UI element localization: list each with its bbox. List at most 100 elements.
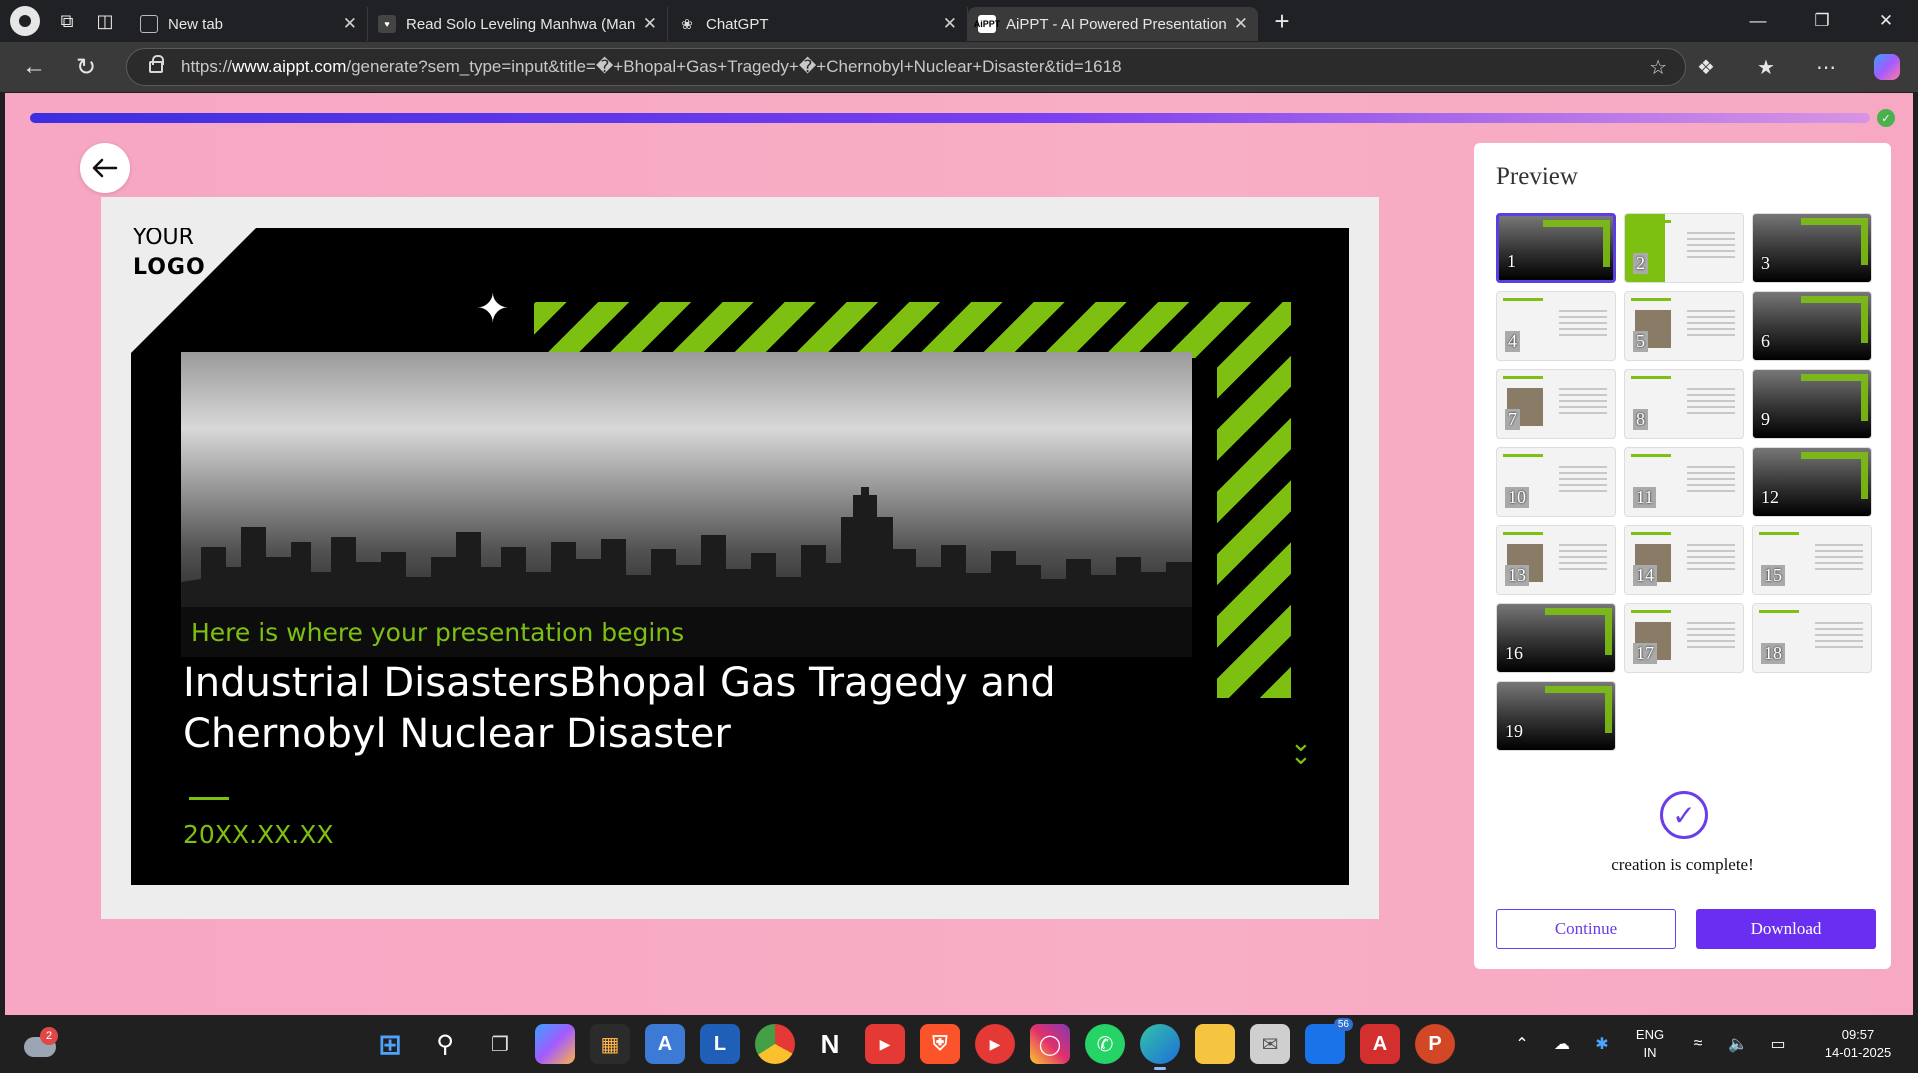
- slide-thumbnail[interactable]: 14: [1624, 525, 1744, 595]
- slide-thumbnail[interactable]: 9: [1752, 369, 1872, 439]
- youtube-music-icon[interactable]: ▶: [975, 1024, 1015, 1064]
- app-a-icon[interactable]: A: [645, 1024, 685, 1064]
- favorite-star-icon[interactable]: ☆: [1649, 55, 1667, 80]
- slide-canvas: YOUR LOGO ✦ Here is where your presentat…: [131, 228, 1349, 885]
- back-arrow-icon[interactable]: ←: [8, 47, 60, 87]
- edge-icon[interactable]: [1140, 1024, 1180, 1070]
- refresh-icon[interactable]: ↻: [60, 47, 112, 87]
- tab-chatgpt[interactable]: ❀ ChatGPT ✕: [668, 7, 968, 41]
- acrobat-icon[interactable]: A: [1360, 1024, 1400, 1064]
- search-icon[interactable]: ⚲: [425, 1024, 465, 1064]
- clock-date: 14-01-2025: [1824, 1045, 1892, 1060]
- close-window-icon[interactable]: ✕: [1854, 0, 1918, 42]
- brave-icon[interactable]: ⛨: [920, 1024, 960, 1064]
- thumbnail-text-lines: [1559, 544, 1607, 570]
- slide-thumbnail[interactable]: 3: [1752, 213, 1872, 283]
- thumbnail-text-lines: [1815, 622, 1863, 648]
- tab-aippt[interactable]: AiPPT AiPPT - AI Powered Presentation T …: [968, 7, 1258, 41]
- copilot-app-icon[interactable]: [535, 1024, 575, 1064]
- app-l-icon[interactable]: L: [700, 1024, 740, 1064]
- manga-site-icon: ♥: [378, 15, 396, 33]
- more-menu-icon[interactable]: ⋯: [1796, 55, 1856, 80]
- mail-icon[interactable]: ✉: [1250, 1024, 1290, 1064]
- profile-icon[interactable]: [10, 6, 40, 36]
- continue-button[interactable]: Continue: [1496, 909, 1676, 949]
- slide-thumbnail[interactable]: 2: [1624, 213, 1744, 283]
- extensions-icon[interactable]: ❖: [1676, 55, 1736, 80]
- file-explorer-icon[interactable]: [1195, 1024, 1235, 1064]
- thumbnail-number: 2: [1633, 253, 1648, 274]
- thumbnail-grid: 1 2 3 4 5 6 7 8 9 10 11 12 13 14 15 16 17 18 19: [1496, 213, 1878, 751]
- thumbnail-text-lines: [1559, 466, 1607, 492]
- url-host: www.aippt.com: [232, 57, 347, 76]
- slide-thumbnail[interactable]: 19: [1496, 681, 1616, 751]
- thumbnail-number: 19: [1505, 721, 1523, 741]
- instagram-icon[interactable]: ◯: [1030, 1024, 1070, 1064]
- slide-thumbnail[interactable]: 11: [1624, 447, 1744, 517]
- tab-new-tab[interactable]: New tab ✕: [130, 7, 368, 41]
- tab-solo-leveling[interactable]: ♥ Read Solo Leveling Manhwa (Man ✕: [368, 7, 668, 41]
- favorites-icon[interactable]: ★: [1736, 55, 1796, 80]
- copilot-icon[interactable]: [1874, 54, 1900, 80]
- back-button[interactable]: [80, 143, 130, 193]
- preview-panel: Preview 1 2 3 4 5 6 7 8 9 10 11 12 13 14 15 16 17 18 19 ✓ …: [1474, 143, 1891, 969]
- download-button[interactable]: Download: [1696, 909, 1876, 949]
- battery-icon[interactable]: ▭: [1758, 1034, 1798, 1054]
- slide-thumbnail[interactable]: 4: [1496, 291, 1616, 361]
- slide-thumbnail[interactable]: 1: [1496, 213, 1616, 283]
- store-icon[interactable]: ▦: [590, 1024, 630, 1064]
- restore-icon[interactable]: ❐: [1790, 0, 1854, 42]
- slide-thumbnail[interactable]: 12: [1752, 447, 1872, 517]
- url-path: /generate?sem_type=input&title=�+Bhopal+…: [346, 57, 1122, 76]
- new-tab-button[interactable]: +: [1262, 6, 1302, 37]
- address-bar[interactable]: https://www.aippt.com/generate?sem_type=…: [126, 48, 1686, 86]
- slide-thumbnail[interactable]: 18: [1752, 603, 1872, 673]
- vertical-tabs-icon[interactable]: ◫: [86, 2, 124, 40]
- thumbnail-text-lines: [1559, 388, 1607, 414]
- browser-toolbar: ← ↻ https://www.aippt.com/generate?sem_t…: [0, 42, 1918, 92]
- start-icon[interactable]: ⊞: [370, 1024, 410, 1064]
- thumbnail-number: 6: [1761, 331, 1770, 351]
- sync-error-icon[interactable]: ☁: [1542, 1034, 1582, 1054]
- slide-thumbnail[interactable]: 15: [1752, 525, 1872, 595]
- clock[interactable]: 09:57 14-01-2025: [1798, 1026, 1918, 1062]
- outlook-badge: 56: [1333, 1018, 1353, 1031]
- slide-thumbnail[interactable]: 10: [1496, 447, 1616, 517]
- close-tab-icon[interactable]: ✕: [643, 14, 657, 34]
- close-tab-icon[interactable]: ✕: [1234, 14, 1248, 34]
- thumbnail-number: 1: [1507, 251, 1516, 271]
- youtube-icon[interactable]: ▶: [865, 1024, 905, 1064]
- minimize-icon[interactable]: —: [1726, 0, 1790, 42]
- thumbnail-text-lines: [1687, 388, 1735, 414]
- slide-thumbnail[interactable]: 13: [1496, 525, 1616, 595]
- slide-thumbnail[interactable]: 8: [1624, 369, 1744, 439]
- thumbnail-text-lines: [1687, 310, 1735, 336]
- workspaces-icon[interactable]: ⧉: [48, 2, 86, 40]
- bluetooth-icon[interactable]: ✱: [1582, 1034, 1622, 1054]
- close-tab-icon[interactable]: ✕: [343, 14, 357, 34]
- preview-heading: Preview: [1496, 163, 1578, 190]
- task-view-icon[interactable]: ❐: [480, 1024, 520, 1064]
- chevron-up-icon[interactable]: ⌃: [1502, 1034, 1542, 1054]
- chrome-icon[interactable]: [755, 1024, 795, 1064]
- weather-widget[interactable]: 2: [22, 1027, 58, 1061]
- slide-subtitle: Here is where your presentation begins: [191, 618, 685, 647]
- new-tab-icon: [140, 15, 158, 33]
- wifi-icon[interactable]: ≈: [1678, 1035, 1718, 1053]
- slide-thumbnail[interactable]: 5: [1624, 291, 1744, 361]
- notion-icon[interactable]: N: [810, 1024, 850, 1064]
- powerpoint-icon[interactable]: P: [1415, 1024, 1455, 1064]
- outlook-icon[interactable]: 56: [1305, 1018, 1353, 1064]
- whatsapp-icon[interactable]: ✆: [1085, 1024, 1125, 1064]
- slide-thumbnail[interactable]: 7: [1496, 369, 1616, 439]
- url-prefix: https://: [181, 57, 233, 76]
- slide-thumbnail[interactable]: 16: [1496, 603, 1616, 673]
- check-circle-icon: ✓: [1660, 791, 1708, 839]
- close-tab-icon[interactable]: ✕: [943, 14, 957, 34]
- lock-icon[interactable]: [149, 55, 164, 73]
- slide-thumbnail[interactable]: 17: [1624, 603, 1744, 673]
- thumbnail-number: 7: [1505, 409, 1520, 430]
- language-indicator[interactable]: ENG IN: [1622, 1026, 1678, 1062]
- volume-icon[interactable]: 🔈: [1718, 1034, 1758, 1054]
- slide-thumbnail[interactable]: 6: [1752, 291, 1872, 361]
